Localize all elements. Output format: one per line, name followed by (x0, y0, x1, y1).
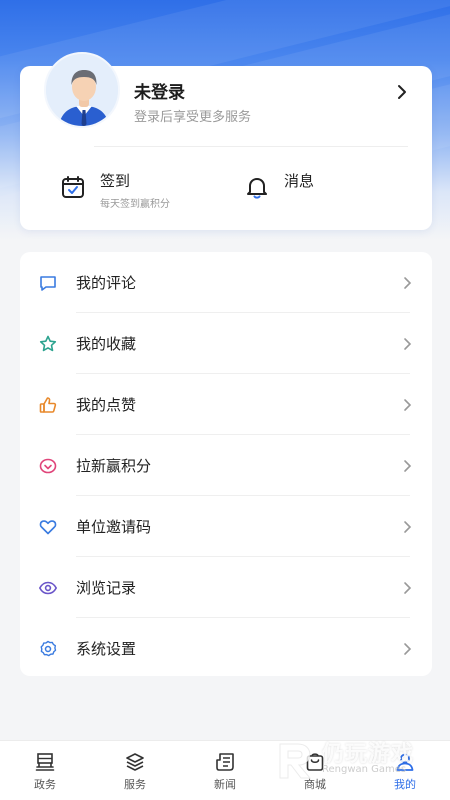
menu-item-label: 我的点赞 (76, 396, 137, 414)
star-icon (39, 335, 57, 351)
menu-item-label: 我的评论 (76, 274, 137, 292)
chevron-right-icon (404, 276, 412, 289)
menu-item-label: 系统设置 (76, 640, 137, 658)
menu-item-label: 我的收藏 (76, 335, 137, 353)
tab-label: 我的 (394, 778, 416, 791)
tab-mine[interactable]: 我的 (360, 741, 450, 800)
message-button[interactable]: 消息 (244, 170, 314, 210)
tab-label: 政务 (34, 778, 56, 791)
chevron-right-icon (404, 398, 412, 411)
tab-label: 新闻 (214, 778, 236, 791)
heart-icon (39, 519, 57, 534)
calendar-check-icon (62, 176, 84, 198)
divider (94, 146, 408, 147)
chevron-right-icon (404, 520, 412, 533)
avatar-image (46, 54, 118, 126)
message-label: 消息 (284, 172, 315, 190)
checkin-button[interactable]: 签到 每天签到赢积分 (60, 170, 170, 210)
comment-icon (40, 275, 56, 291)
newspaper-icon (216, 753, 234, 771)
shop-icon (306, 753, 324, 771)
profile-card[interactable]: 未登录 登录后享受更多服务 签到 每天签到赢积分 消息 (20, 52, 432, 230)
login-hint: 登录后享受更多服务 (134, 110, 252, 125)
thumbs-up-icon (39, 396, 57, 413)
eye-icon (39, 581, 57, 594)
chevron-right-icon (404, 642, 412, 655)
menu-item-comments[interactable]: 我的评论 (20, 252, 432, 313)
layers-icon (126, 753, 144, 771)
menu-item-label: 单位邀请码 (76, 518, 152, 536)
menu-item-settings[interactable]: 系统设置 (20, 618, 432, 679)
menu-item-org-invite-code[interactable]: 单位邀请码 (20, 496, 432, 557)
tab-label: 服务 (124, 778, 146, 791)
chevron-right-icon[interactable] (392, 82, 412, 102)
menu-item-history[interactable]: 浏览记录 (20, 557, 432, 618)
gear-icon (40, 640, 57, 656)
tab-label: 商城 (304, 778, 326, 791)
chevron-right-icon (404, 337, 412, 350)
menu-item-favorites[interactable]: 我的收藏 (20, 313, 432, 374)
bottom-tab-bar: 政务 服务 新闻 商城 我的 (0, 740, 450, 800)
menu-item-label: 拉新赢积分 (76, 457, 152, 475)
chevron-right-icon (404, 581, 412, 594)
checkin-label: 签到 (100, 172, 131, 190)
login-status-title[interactable]: 未登录 (134, 78, 185, 103)
avatar[interactable] (44, 52, 120, 128)
tab-government[interactable]: 政务 (0, 741, 90, 800)
tab-services[interactable]: 服务 (90, 741, 180, 800)
government-icon (35, 753, 55, 771)
checkin-hint: 每天签到赢积分 (100, 199, 170, 210)
menu-item-label: 浏览记录 (76, 579, 137, 597)
invite-points-icon (39, 458, 57, 473)
bell-icon (247, 178, 267, 199)
menu-item-invite-points[interactable]: 拉新赢积分 (20, 435, 432, 496)
user-icon (396, 753, 414, 771)
menu-list: 我的评论 我的收藏 我的点赞 拉新赢积分 单位邀请码 浏览记录 系统设置 (20, 252, 432, 676)
tab-shop[interactable]: 商城 (270, 741, 360, 800)
chevron-right-icon (404, 459, 412, 472)
tab-news[interactable]: 新闻 (180, 741, 270, 800)
menu-item-likes[interactable]: 我的点赞 (20, 374, 432, 435)
